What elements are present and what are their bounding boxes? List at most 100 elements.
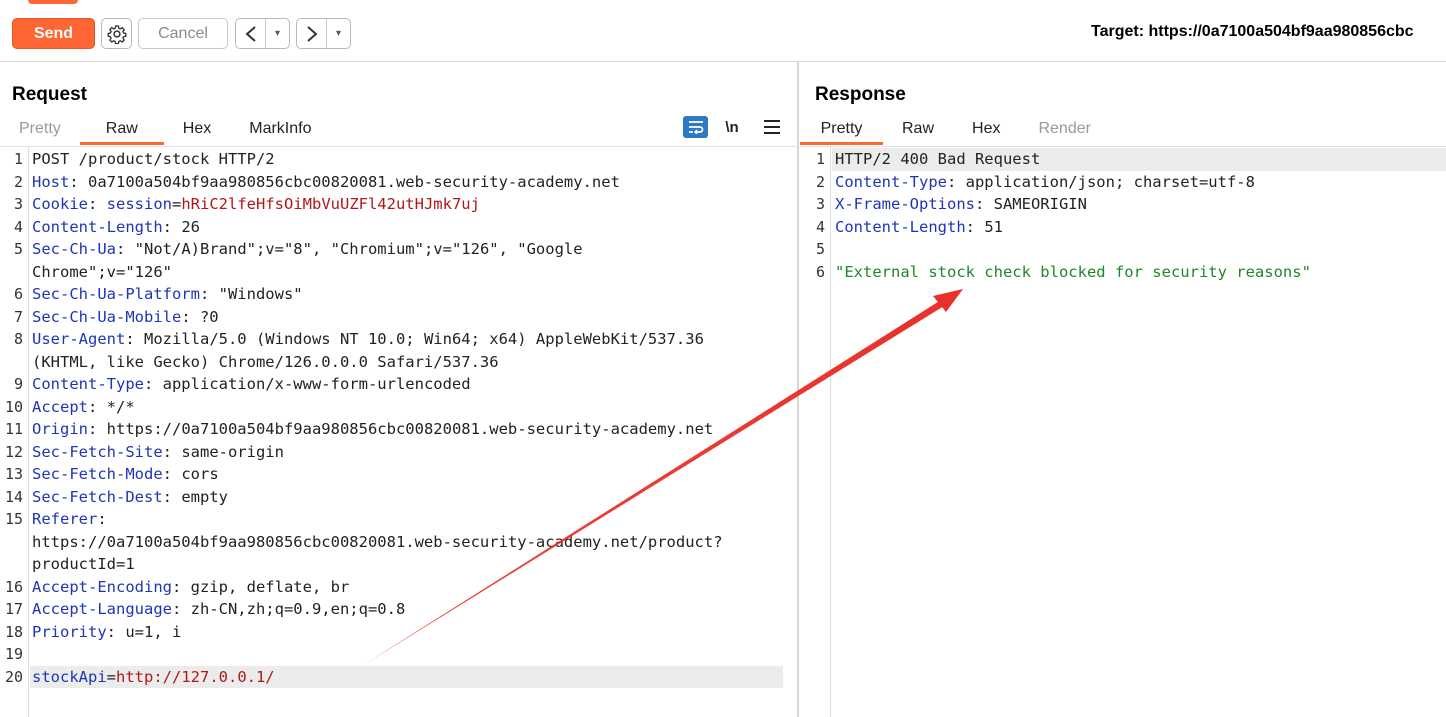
request-title: Request [12,84,87,105]
header-name: Sec-Fetch-Site [32,442,163,461]
header-name: Content-Length [835,217,966,236]
line-number: 3 [13,195,23,213]
line-number: 9 [13,375,23,393]
code-line: https://0a7100a504bf9aa980856cbc00820081… [0,531,798,554]
request-code: 1 POST /product/stock HTTP/2 2 Host: 0a7100… [0,148,798,688]
tab-hex[interactable]: Hex [953,115,1019,145]
header-value: : same-origin [162,442,284,461]
header-name: User-Agent [32,330,126,348]
response-panel: Response Pretty Raw Hex Render 1 HTTP/2 4… [800,62,1446,717]
tab-hex[interactable]: Hex [164,115,230,145]
header-value: : application/x-www-form-urlencoded [143,375,471,393]
word-wrap-button[interactable] [683,116,708,138]
show-newlines-button[interactable]: \n [721,119,743,136]
line-number: 13 [4,465,23,483]
code-line: Chrome";v="126" [0,261,798,284]
header-name: Referer [32,510,98,528]
equals-sign: = [172,195,182,213]
param-value: http://127.0.0.1/ [116,667,275,686]
tab-raw[interactable]: Raw [79,115,164,145]
code-line: 10 Accept: */* [0,396,798,419]
tab-raw[interactable]: Raw [883,115,953,145]
line-text: User-Agent: Mozilla/5.0 (Windows NT 10.0… [32,328,704,351]
line-number: 12 [4,442,23,461]
code-line: 1 POST /product/stock HTTP/2 [0,148,798,171]
request-tabs: Pretty Raw Hex MarkInfo [0,115,331,145]
code-line: 3 X-Frame-Options: SAMEORIGIN [800,193,1446,216]
tab-render[interactable]: Render [1019,115,1109,145]
line-text: HTTP/2 400 Bad Request [835,148,1040,171]
line-text: Cookie: session=hRiC2lfeHfsOiMbVuUZFl42u… [32,193,480,216]
target-url: Target: https://0a7100a504bf9aa980856cbc [1091,23,1414,40]
header-value: = [106,667,116,686]
line-number: 6 [815,262,825,281]
line-text: (KHTML, like Gecko) Chrome/126.0.0.0 Saf… [32,351,499,374]
code-line: productId=1 [0,553,798,576]
request-panel: Request Pretty Raw Hex MarkInfo \n 1 POST… [0,62,798,717]
header-value: productId=1 [32,555,135,573]
code-line: 6 Sec-Ch-Ua-Platform: "Windows" [0,283,798,306]
wrap-lines-icon [688,121,703,134]
header-value: : [97,510,107,528]
header-name: X-Frame-Options [835,195,975,213]
code-line: 9 Content-Type: application/x-www-form-ur… [0,373,798,396]
top-accent-bar [28,0,78,4]
line-number: 16 [4,577,23,596]
line-text: Content-Type: application/json; charset=… [835,171,1255,194]
header-name: Host [32,172,70,191]
header-value: : [88,195,107,213]
send-button[interactable]: Send [12,18,95,49]
code-line: 2 Content-Type: application/json; charset… [800,171,1446,194]
header-name: Content-Length [32,217,163,236]
line-number: 4 [13,217,23,236]
line-number: 3 [815,195,825,213]
cancel-button[interactable]: Cancel [138,18,228,49]
line-number: 19 [4,645,23,663]
code-line: 2 Host: 0a7100a504bf9aa980856cbc00820081.… [0,171,798,194]
line-text: Sec-Ch-Ua-Platform: "Windows" [32,283,303,306]
line-number: 5 [815,240,825,258]
line-text: X-Frame-Options: SAMEORIGIN [835,193,1087,216]
param-value: hRiC2lfeHfsOiMbVuUZFl42utHJmk7uj [181,195,480,213]
code-line: 14 Sec-Fetch-Dest: empty [0,486,798,509]
header-value: : */* [88,397,135,416]
code-line: 16 Accept-Encoding: gzip, deflate, br [0,576,798,599]
forward-navigation: ▾ [296,18,351,49]
code-line: 3 Cookie: session=hRiC2lfeHfsOiMbVuUZFl42… [0,193,798,216]
header-name: Accept-Language [32,600,172,618]
line-number: 17 [4,600,23,618]
line-number: 4 [815,217,825,236]
header-value: : zh-CN,zh;q=0.9,en;q=0.8 [171,600,406,618]
line-text: Accept-Language: zh-CN,zh;q=0.9,en;q=0.8 [32,598,405,621]
header-name: Accept [32,397,88,416]
header-name: Sec-Ch-Ua-Platform [32,285,200,303]
line-number: 6 [13,285,23,303]
header-name: Cookie [32,195,88,213]
header-value: : ?0 [181,307,219,326]
header-value: : application/json; charset=utf-8 [946,172,1255,191]
panel-divider[interactable] [797,62,799,717]
back-button[interactable] [236,19,266,48]
header-value: https://0a7100a504bf9aa980856cbc00820081… [32,532,723,551]
header-name: Sec-Ch-Ua-Mobile [32,307,182,326]
header-value: : cors [162,465,219,483]
header-name: Content-Type [835,172,947,191]
back-history-dropdown[interactable]: ▾ [266,19,289,48]
toolbar: Send Cancel ▾ ▾ Target: https://0a7100a5… [0,0,1446,62]
header-value: HTTP/2 400 Bad Request [835,150,1041,168]
code-line: 12 Sec-Fetch-Site: same-origin [0,441,798,464]
header-value: : 51 [965,217,1003,236]
hamburger-menu-icon[interactable] [764,120,780,134]
code-line: 4 Content-Length: 51 [800,216,1446,239]
forward-button[interactable] [297,19,327,48]
forward-history-dropdown[interactable]: ▾ [327,19,350,48]
response-editor[interactable]: 1 HTTP/2 400 Bad Request 2 Content-Type: ap… [800,146,1446,717]
settings-button[interactable] [101,18,132,49]
tab-pretty[interactable]: Pretty [800,115,883,145]
line-text: Host: 0a7100a504bf9aa980856cbc00820081.w… [32,171,620,194]
code-line: 4 Content-Length: 26 [0,216,798,239]
request-editor[interactable]: 1 POST /product/stock HTTP/2 2 Host: 0a7100… [0,146,798,717]
tab-pretty[interactable]: Pretty [0,115,80,145]
line-number: 10 [4,397,23,416]
tab-markinfo[interactable]: MarkInfo [230,115,330,145]
